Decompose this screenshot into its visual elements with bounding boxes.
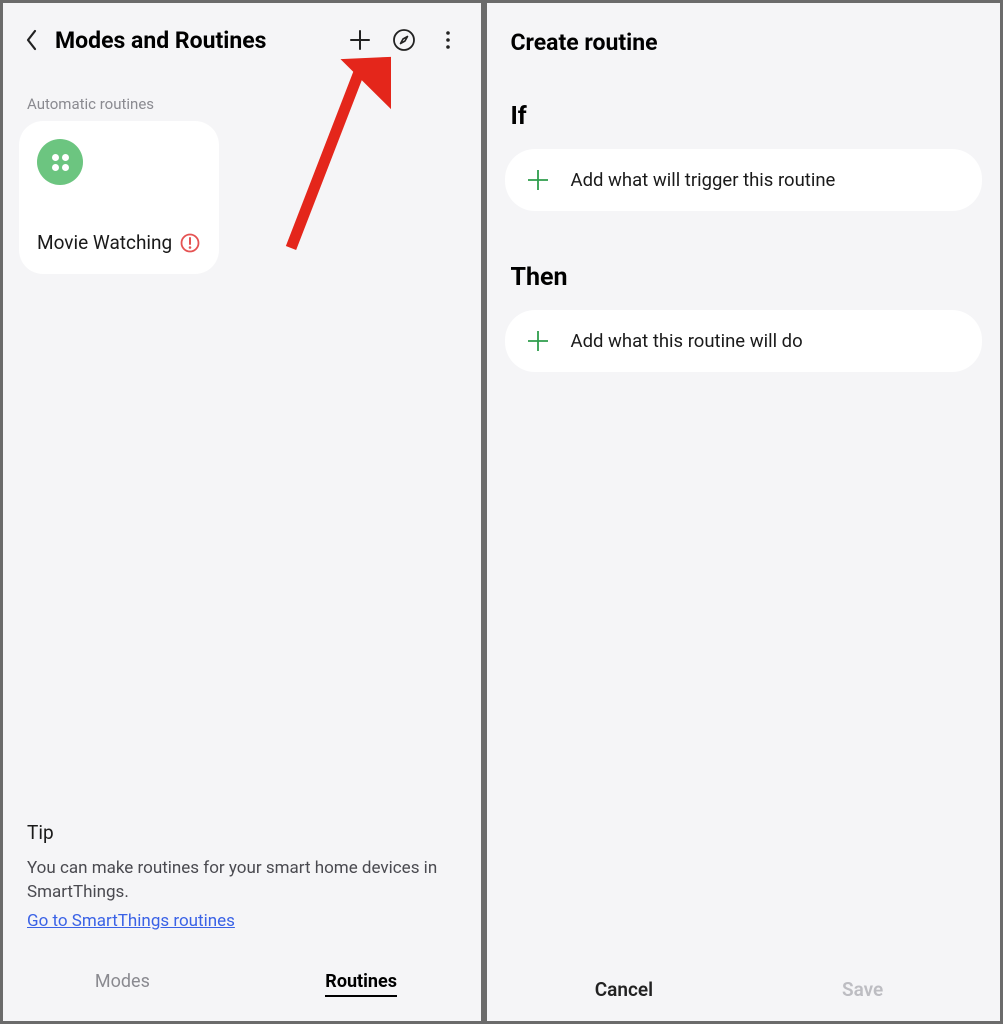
four-dots-icon	[52, 154, 69, 171]
routine-card-movie-watching[interactable]: Movie Watching	[19, 121, 219, 274]
tab-modes[interactable]: Modes	[3, 963, 242, 1005]
routine-name-label: Movie Watching	[37, 231, 172, 254]
add-action-button[interactable]: Add what this routine will do	[505, 310, 983, 372]
then-heading: Then	[505, 263, 983, 292]
header: Modes and Routines	[3, 3, 481, 65]
compass-icon	[392, 28, 416, 52]
more-options-button[interactable]	[431, 23, 465, 57]
tip-title: Tip	[27, 821, 457, 844]
discover-button[interactable]	[387, 23, 421, 57]
plus-icon	[348, 28, 372, 52]
back-button[interactable]	[19, 28, 45, 52]
page-title: Modes and Routines	[55, 27, 266, 54]
section-label-automatic: Automatic routines	[3, 65, 481, 121]
add-trigger-button[interactable]: Add what will trigger this routine	[505, 149, 983, 211]
more-vertical-icon	[436, 28, 460, 52]
back-icon	[24, 28, 40, 52]
bottom-tabs: Modes Routines	[3, 939, 481, 1021]
tab-routines-label: Routines	[325, 971, 397, 997]
tab-routines[interactable]: Routines	[242, 963, 481, 1005]
tip-block: Tip You can make routines for your smart…	[3, 821, 481, 939]
save-button[interactable]: Save	[743, 978, 982, 1001]
screen-routines-list: Modes and Routines Automatic routines	[0, 0, 484, 1024]
plus-icon	[527, 169, 549, 191]
cancel-button[interactable]: Cancel	[505, 978, 744, 1001]
smartthings-link[interactable]: Go to SmartThings routines	[27, 911, 235, 931]
if-heading: If	[505, 102, 983, 131]
add-action-label: Add what this routine will do	[571, 330, 803, 352]
create-routine-title: Create routine	[505, 29, 983, 56]
add-routine-button[interactable]	[343, 23, 377, 57]
alert-icon	[180, 233, 200, 253]
add-trigger-label: Add what will trigger this routine	[571, 169, 836, 191]
plus-icon	[527, 330, 549, 352]
tip-body: You can make routines for your smart hom…	[27, 856, 457, 905]
routine-name-row: Movie Watching	[37, 231, 201, 254]
bottom-actions: Cancel Save	[505, 960, 983, 1021]
tab-modes-label: Modes	[95, 971, 150, 992]
screen-create-routine: Create routine If Add what will trigger …	[484, 0, 1003, 1024]
routine-icon	[37, 139, 83, 185]
